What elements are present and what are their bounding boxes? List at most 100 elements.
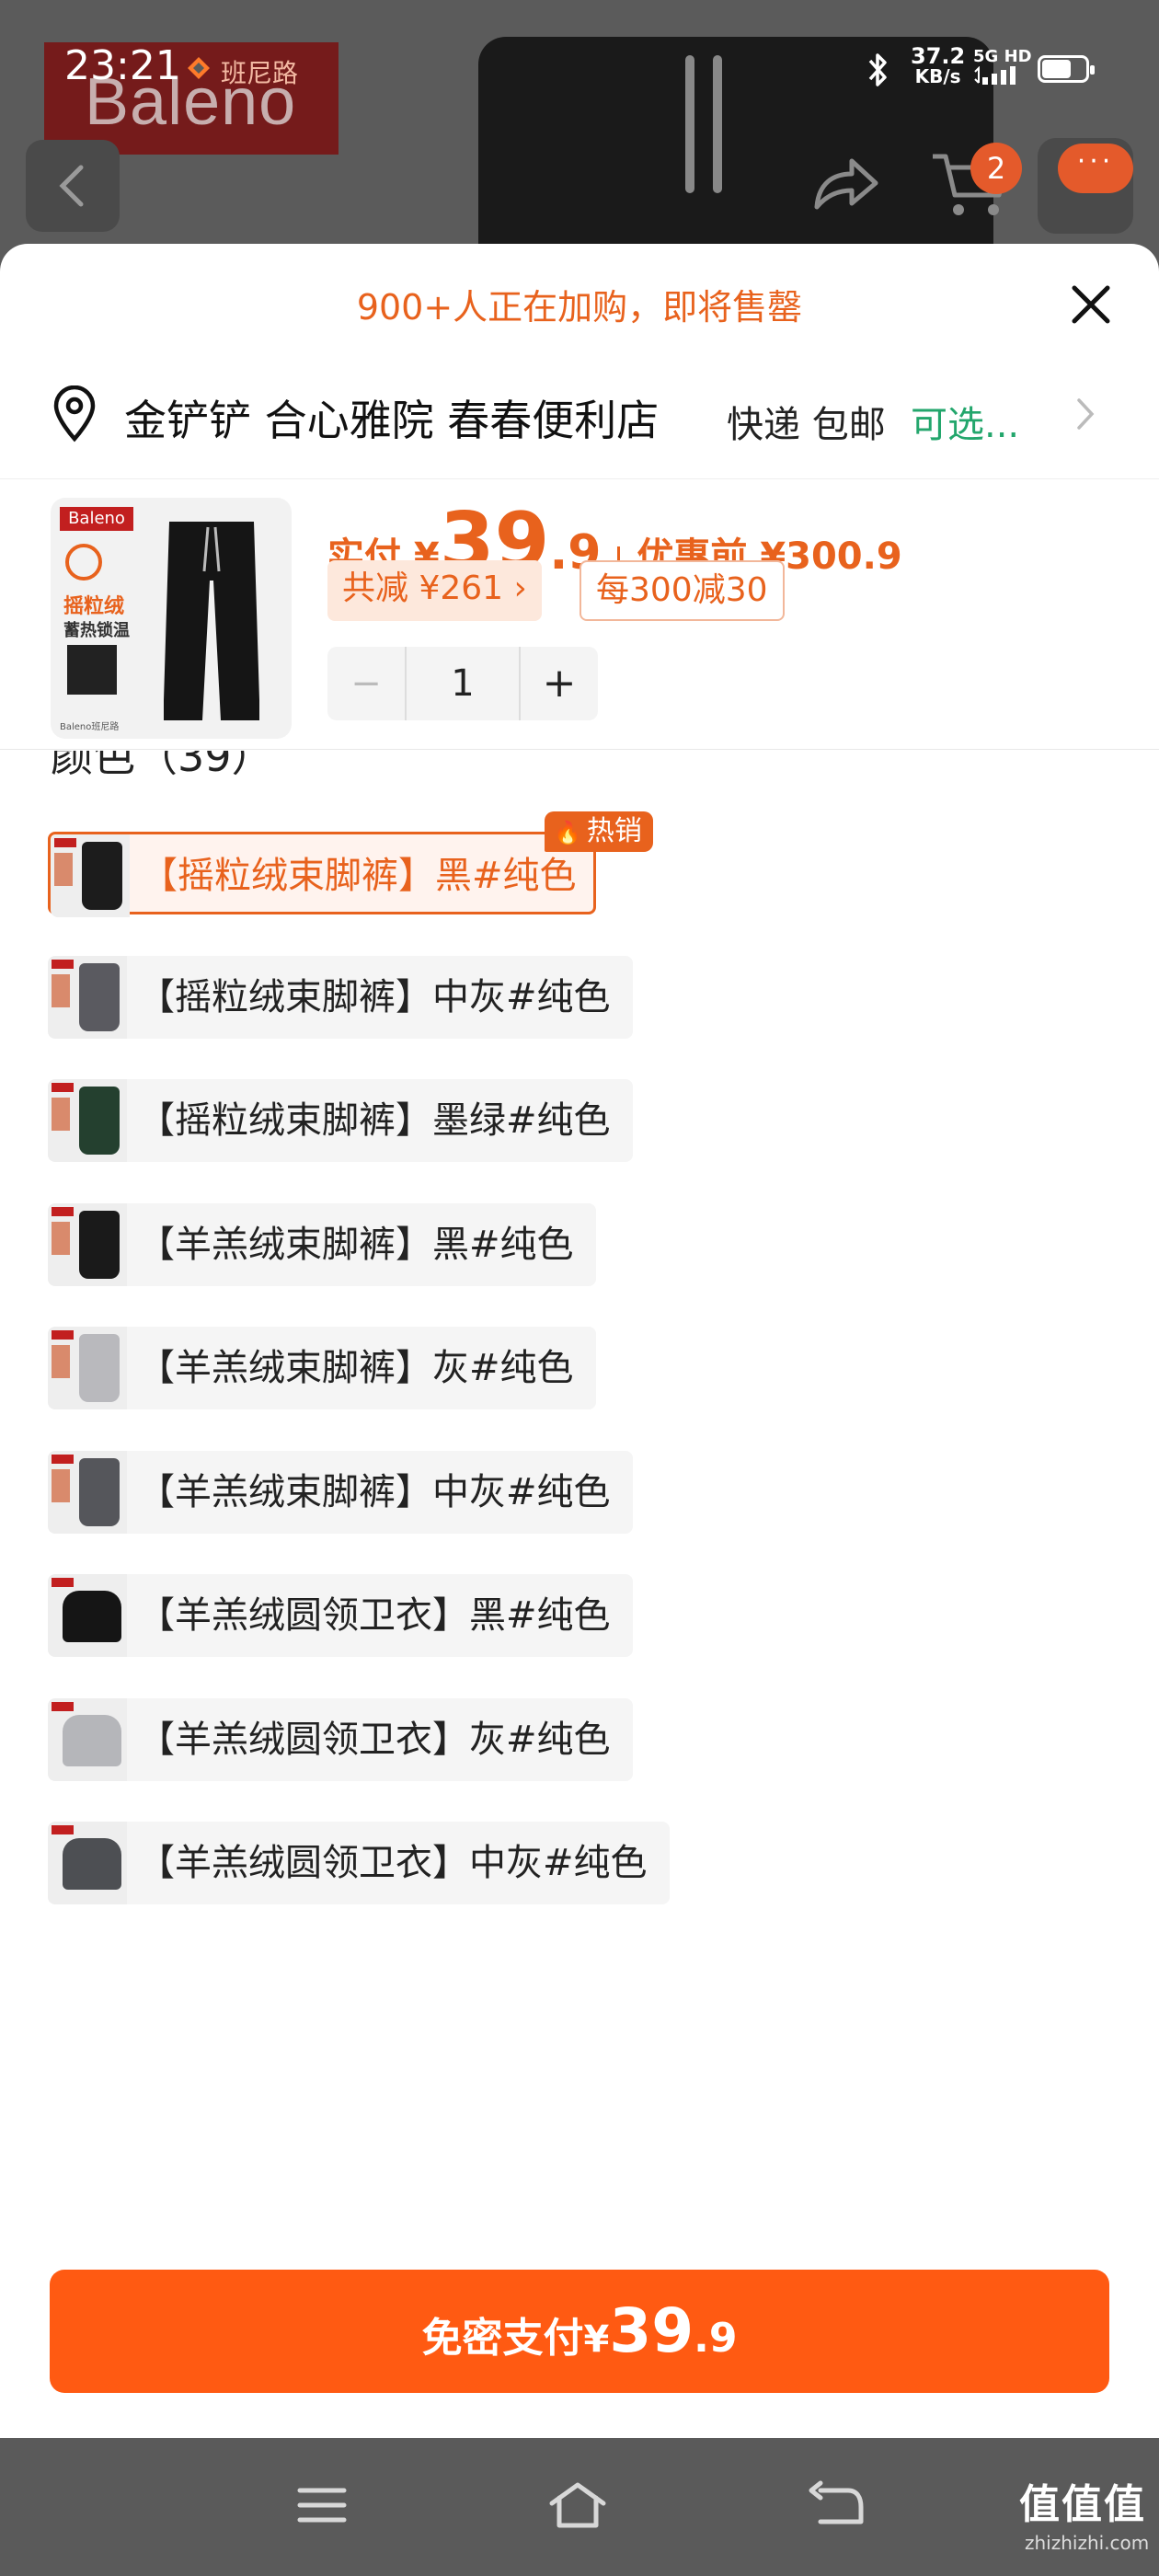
home-icon[interactable] — [548, 2479, 607, 2531]
thumbnail-tag — [52, 1330, 74, 1340]
back-button[interactable] — [26, 140, 120, 232]
color-option[interactable]: 【羊羔绒圆领卫衣】中灰#纯色 — [48, 1822, 670, 1904]
color-option-label: 【羊羔绒束脚裤】灰#纯色 — [138, 1347, 574, 1389]
pants-swatch — [79, 1457, 120, 1526]
status-bar: 23:21 班尼路 37.2 KB/s 5G HD — [0, 0, 1159, 120]
pay-currency: ¥ — [583, 2318, 610, 2361]
back-nav-icon[interactable] — [808, 2479, 866, 2531]
thumbnail-tag — [52, 1083, 74, 1092]
signal-icon — [974, 65, 1016, 85]
sku-selector-sheet: 900+人正在加购，即将售罄 金铲铲 合心雅院 春春便利店 快递 包邮 可选..… — [0, 244, 1159, 2438]
pants-swatch — [79, 1210, 120, 1279]
thumbnail-tag — [52, 1701, 74, 1711]
back-arrow-icon — [59, 165, 84, 207]
quantity-increase-button[interactable]: + — [521, 647, 598, 720]
cart-count-badge: 2 — [970, 143, 1022, 194]
color-option-thumbnail — [48, 1574, 127, 1657]
hot-sale-label: 热销 — [586, 815, 642, 847]
network-speed-value: 37.2 — [911, 43, 966, 69]
product-thumbnail[interactable]: Baleno 摇粒绒 蓄热锁温 Baleno班尼路 — [51, 498, 292, 739]
thumbnail-subtitle: 蓄热锁温 — [63, 621, 130, 640]
thumbnail-promo-block — [52, 1221, 70, 1255]
sweatshirt-swatch — [63, 1591, 121, 1642]
thumbnail-tag — [52, 959, 74, 969]
bluetooth-icon — [868, 53, 887, 86]
quantity-stepper: − 1 + — [327, 647, 598, 720]
thumbnail-promo-block — [52, 1345, 70, 1378]
delivery-address: 金铲铲 合心雅院 春春便利店 — [124, 396, 660, 445]
thumbnail-tag — [52, 1206, 74, 1216]
color-option[interactable]: 【羊羔绒束脚裤】中灰#纯色 — [48, 1450, 633, 1534]
total-saving-chip[interactable]: 共减 ¥261 › — [327, 560, 542, 621]
product-summary: Baleno 摇粒绒 蓄热锁温 Baleno班尼路 实付 ¥39.9 优惠前 ¥3… — [0, 478, 1159, 750]
quantity-decrease-button[interactable]: − — [327, 647, 405, 720]
color-option-thumbnail — [48, 1079, 127, 1162]
color-option-label: 【羊羔绒束脚裤】黑#纯色 — [138, 1223, 574, 1266]
battery-level — [1042, 60, 1071, 78]
pants-swatch — [79, 1087, 120, 1155]
pants-swatch — [79, 1334, 120, 1402]
pay-amount-integer: 39 — [609, 2295, 694, 2366]
status-app-label: 班尼路 — [221, 58, 299, 88]
sweatshirt-swatch — [63, 1714, 121, 1766]
color-option-label: 【羊羔绒圆领卫衣】灰#纯色 — [138, 1718, 611, 1761]
thumbnail-fabric-swatch — [67, 645, 117, 695]
flame-icon: 🔥 — [554, 820, 581, 845]
color-option-thumbnail — [48, 955, 127, 1039]
thumbnail-promo-block — [54, 853, 73, 886]
network-type-label: 5G HD — [973, 47, 1032, 66]
chevron-right-icon — [1077, 398, 1095, 430]
color-option-thumbnail — [48, 1327, 127, 1409]
color-option-label: 【摇粒绒束脚裤】中灰#纯色 — [138, 975, 611, 1018]
thumbnail-promo-block — [52, 973, 70, 1007]
thumbnail-tag — [54, 838, 76, 847]
thumbnail-promo-block — [52, 1098, 70, 1131]
delivery-address-row[interactable]: 金铲铲 合心雅院 春春便利店 快递 包邮 可选... — [51, 382, 1108, 455]
color-section-title: 颜色（39） — [51, 751, 274, 781]
more-dots-icon: ··· — [1058, 144, 1133, 193]
color-option-thumbnail — [48, 1697, 127, 1781]
pay-button-label: 免密支付 — [421, 2315, 584, 2362]
shipping-info: 快递 包邮 — [727, 404, 886, 446]
color-option[interactable]: 【羊羔绒束脚裤】灰#纯色 — [48, 1327, 596, 1409]
network-speed-unit: KB/s — [914, 65, 961, 87]
pants-illustration — [164, 522, 259, 720]
color-option[interactable]: 【摇粒绒束脚裤】黑#纯色 — [48, 832, 596, 917]
pay-amount-decimal: .9 — [694, 2315, 738, 2362]
watermark-logo: 值值值 — [1019, 2481, 1146, 2528]
close-icon[interactable] — [1058, 271, 1124, 338]
location-pin-icon — [53, 385, 96, 443]
share-icon[interactable] — [809, 152, 883, 216]
color-option-thumbnail — [48, 1450, 127, 1534]
color-option[interactable]: 【摇粒绒束脚裤】墨绿#纯色 — [48, 1079, 633, 1162]
thumbnail-title: 摇粒绒 — [63, 595, 125, 618]
system-nav-bar — [0, 2438, 1159, 2576]
color-option-label: 【摇粒绒束脚裤】黑#纯色 — [141, 855, 577, 897]
thumbnail-tag — [52, 1454, 74, 1464]
battery-icon — [1038, 55, 1095, 83]
color-option[interactable]: 【摇粒绒束脚裤】中灰#纯色 — [48, 955, 633, 1039]
color-option[interactable]: 【羊羔绒圆领卫衣】黑#纯色 — [48, 1574, 633, 1657]
color-option-thumbnail — [51, 834, 130, 917]
status-time: 23:21 — [64, 42, 181, 89]
color-option-label: 【摇粒绒束脚裤】墨绿#纯色 — [138, 1099, 611, 1142]
coupon-chip[interactable]: 每300减30 — [580, 560, 785, 621]
shipping-options-link[interactable]: 可选... — [911, 395, 1019, 448]
app-notification-icon — [188, 57, 210, 79]
network-type: 5G HD — [973, 48, 1032, 89]
sweatshirt-swatch — [63, 1838, 121, 1890]
thumbnail-brand-logo: Baleno — [60, 507, 133, 531]
color-option[interactable]: 【羊羔绒束脚裤】黑#纯色 — [48, 1202, 596, 1286]
urgency-banner: 900+人正在加购，即将售罄 — [356, 287, 803, 328]
watermark-url: zhizhizhi.com — [1025, 2532, 1150, 2554]
color-option-label: 【羊羔绒圆领卫衣】中灰#纯色 — [138, 1842, 648, 1884]
color-option-thumbnail — [48, 1202, 127, 1286]
hot-sale-badge: 🔥 热销 — [545, 811, 653, 852]
quantity-value[interactable]: 1 — [405, 647, 521, 720]
menu-icon[interactable] — [293, 2479, 351, 2531]
pants-swatch — [82, 842, 122, 910]
color-option-label: 【羊羔绒圆领卫衣】黑#纯色 — [138, 1594, 611, 1637]
thumbnail-tag — [52, 1825, 74, 1834]
pay-button[interactable]: 免密支付¥39.9 — [50, 2270, 1109, 2393]
color-option[interactable]: 【羊羔绒圆领卫衣】灰#纯色 — [48, 1697, 633, 1781]
